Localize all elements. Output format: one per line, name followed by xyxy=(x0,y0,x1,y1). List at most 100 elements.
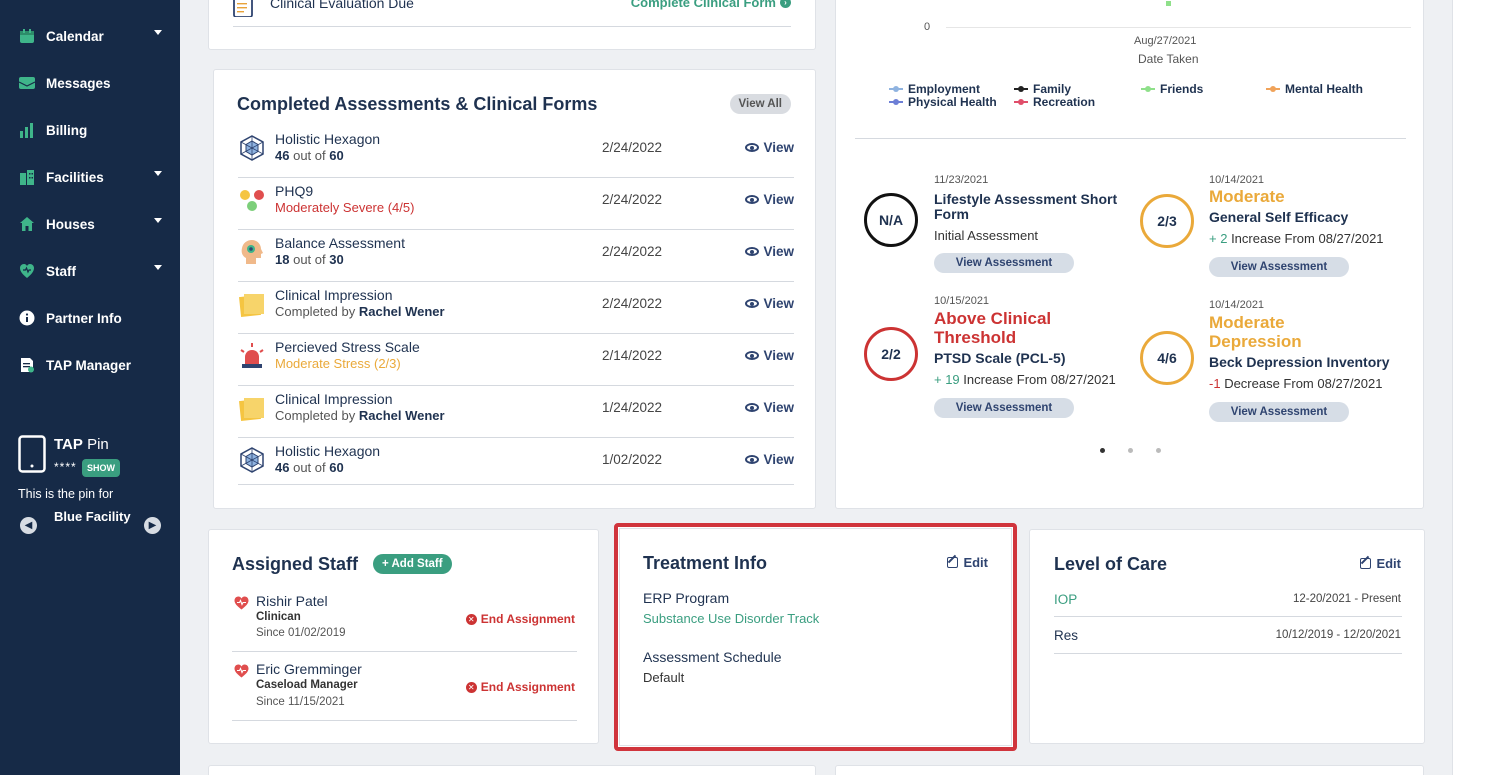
assessment-date: 2/24/2022 xyxy=(602,244,663,259)
end-assignment-button[interactable]: ✕ End Assignment xyxy=(465,680,575,694)
edit-level-of-care-button[interactable]: Edit xyxy=(1360,556,1401,571)
document-icon xyxy=(18,356,36,374)
list-item: Holistic Hexagon 46 out of 60 2/24/2022 … xyxy=(238,126,794,178)
chevron-right-icon: ▶ xyxy=(148,520,157,531)
next-facility-button[interactable]: ▶ xyxy=(144,517,161,534)
divider xyxy=(1054,616,1402,617)
divider xyxy=(232,651,577,652)
gutter-border xyxy=(1452,0,1453,775)
tap-pin-description: This is the pin for xyxy=(18,487,114,501)
chevron-down-icon[interactable] xyxy=(154,265,162,270)
house-icon xyxy=(18,215,36,233)
view-assessment-link[interactable]: View xyxy=(745,296,794,311)
carousel-dot-3[interactable] xyxy=(1156,448,1161,453)
view-assessment-button[interactable]: View Assessment xyxy=(934,253,1074,273)
staff-role: Clinican xyxy=(256,611,301,623)
divider xyxy=(238,484,794,485)
heart-shield-icon xyxy=(18,262,36,280)
sidebar-item-staff[interactable]: Staff xyxy=(18,259,168,283)
assessment-date: 2/24/2022 xyxy=(602,296,663,311)
sidebar-item-partner-info[interactable]: Partner Info xyxy=(18,306,168,330)
score-date: 10/14/2021 xyxy=(1209,299,1265,311)
view-assessment-button[interactable]: View Assessment xyxy=(1209,257,1349,277)
level-range: 12-20/2021 - Present xyxy=(1292,593,1401,605)
assigned-staff-card: Assigned Staff + Add Staff Rishir Patel … xyxy=(208,529,599,744)
view-assessment-button[interactable]: View Assessment xyxy=(1209,402,1349,422)
eye-icon xyxy=(745,455,760,464)
view-assessment-link[interactable]: View xyxy=(745,452,794,467)
list-item: PHQ9 Moderately Severe (4/5) 2/24/2022 V… xyxy=(238,178,794,230)
heart-pulse-icon xyxy=(234,596,249,610)
assessment-history-card: Scor ( 0 Aug/27/2021 Date Taken Employme… xyxy=(835,0,1424,509)
complete-clinical-form-link[interactable]: Complete Clinical Form › xyxy=(631,0,791,10)
sidebar-item-billing[interactable]: Billing xyxy=(18,118,168,142)
clinical-evaluation-card: Clinical Evaluation Due Complete Clinica… xyxy=(208,0,816,50)
chevron-down-icon[interactable] xyxy=(154,171,162,176)
show-pin-button[interactable]: SHOW xyxy=(82,459,120,477)
mood-faces-icon xyxy=(238,186,266,214)
legend-marker xyxy=(889,99,903,105)
eye-icon xyxy=(745,403,760,412)
sidebar-item-calendar[interactable]: Calendar xyxy=(18,24,168,48)
chevron-down-icon[interactable] xyxy=(154,218,162,223)
assessment-name: PHQ9 xyxy=(275,183,314,199)
legend-family[interactable]: Family xyxy=(1014,82,1071,96)
assessment-score: 18 out of 30 xyxy=(275,252,344,267)
staff-name: Eric Gremminger xyxy=(256,661,362,677)
end-assignment-button[interactable]: ✕ End Assignment xyxy=(465,612,575,626)
legend-mental-health[interactable]: Mental Health xyxy=(1266,82,1363,96)
edit-treatment-button[interactable]: Edit xyxy=(947,555,988,570)
bottom-card-right xyxy=(835,765,1424,775)
sidebar-item-label: TAP Manager xyxy=(46,357,132,373)
x-axis-label: Date Taken xyxy=(1138,52,1199,66)
sidebar-item-facilities[interactable]: Facilities xyxy=(18,165,168,189)
assessment-status: Moderately Severe (4/5) xyxy=(275,200,415,215)
alarm-siren-icon xyxy=(238,342,266,370)
view-all-button[interactable]: View All xyxy=(729,94,791,114)
view-assessment-button[interactable]: View Assessment xyxy=(934,398,1074,418)
assessment-author: Completed by Rachel Wener xyxy=(275,408,445,423)
program-value: Substance Use Disorder Track xyxy=(643,611,820,626)
head-profile-icon xyxy=(238,238,266,266)
view-assessment-link[interactable]: View xyxy=(745,244,794,259)
prev-facility-button[interactable]: ◀ xyxy=(20,517,37,534)
legend-physical-health[interactable]: Physical Health xyxy=(889,95,997,109)
tap-pin-facility: Blue Facility xyxy=(54,509,131,524)
view-assessment-link[interactable]: View xyxy=(745,192,794,207)
score-subtitle: Initial Assessment xyxy=(934,228,1039,243)
chevron-down-icon[interactable] xyxy=(154,30,162,35)
view-assessment-link[interactable]: View xyxy=(745,140,794,155)
view-assessment-link[interactable]: View xyxy=(745,400,794,415)
add-staff-button[interactable]: + Add Staff xyxy=(373,554,452,574)
building-icon xyxy=(18,168,36,186)
legend-friends[interactable]: Friends xyxy=(1141,82,1203,96)
score-circle: N/A xyxy=(864,193,918,247)
score-date: 10/14/2021 xyxy=(1209,174,1265,186)
schedule-value: Default xyxy=(643,670,685,685)
legend-employment[interactable]: Employment xyxy=(889,82,980,96)
list-item: Holistic Hexagon 46 out of 60 1/02/2022 … xyxy=(238,438,794,490)
heart-pulse-icon xyxy=(234,664,249,678)
level-name: Res xyxy=(1054,628,1079,643)
legend-marker xyxy=(1014,99,1028,105)
score-delta: -1 Decrease From 08/27/2021 xyxy=(1209,376,1383,391)
divider xyxy=(855,138,1406,139)
score-date: 10/15/2021 xyxy=(934,295,990,307)
schedule-label: Assessment Schedule xyxy=(643,649,782,665)
carousel-dot-2[interactable] xyxy=(1128,448,1133,453)
x-circle-icon: ✕ xyxy=(465,681,477,693)
score-assessment-name: Beck Depression Inventory xyxy=(1209,354,1390,370)
score-circle: 2/2 xyxy=(864,327,918,381)
sidebar-item-tap-manager[interactable]: TAP Manager xyxy=(18,353,168,377)
carousel-dot-1[interactable] xyxy=(1100,448,1105,453)
tap-pin-title: TAP Pin xyxy=(54,436,109,453)
sidebar-item-houses[interactable]: Houses xyxy=(18,212,168,236)
sidebar-item-messages[interactable]: Messages xyxy=(18,71,168,95)
score-level: Moderate Depression xyxy=(1209,313,1302,351)
sticky-note-icon xyxy=(238,290,266,318)
view-assessment-link[interactable]: View xyxy=(745,348,794,363)
score-level: Moderate xyxy=(1209,187,1285,206)
legend-recreation[interactable]: Recreation xyxy=(1014,95,1095,109)
list-item: Balance Assessment 18 out of 30 2/24/202… xyxy=(238,230,794,282)
tablet-icon xyxy=(18,435,46,478)
